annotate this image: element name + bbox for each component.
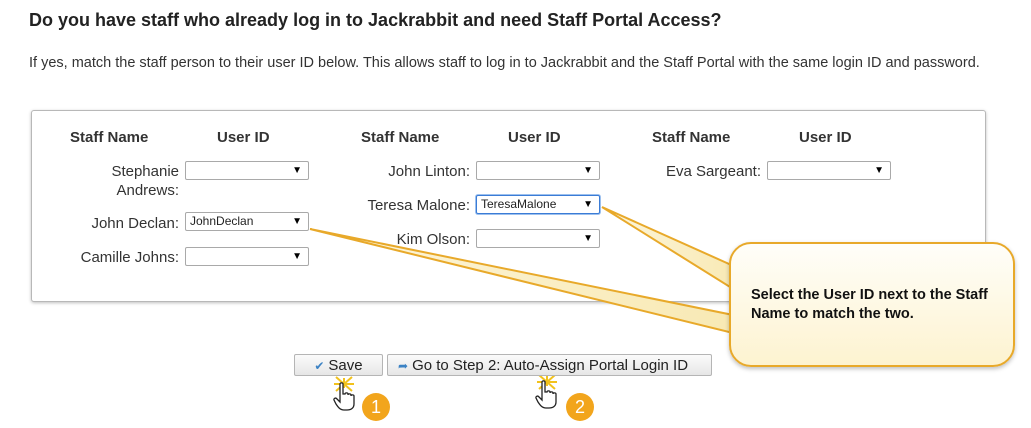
- checkmark-icon: ✔: [314, 359, 325, 373]
- go-to-step-2-button[interactable]: ➦ Go to Step 2: Auto-Assign Portal Login …: [387, 354, 712, 376]
- instruction-callout: Select the User ID next to the Staff Nam…: [729, 242, 1015, 367]
- save-button[interactable]: ✔ Save: [294, 354, 383, 376]
- hand-cursor-icon: [535, 380, 557, 409]
- callout-text: Select the User ID next to the Staff Nam…: [751, 287, 988, 322]
- step-badge-2: 2: [566, 393, 594, 421]
- save-button-label: Save: [328, 357, 363, 374]
- step-badge-1: 1: [362, 393, 390, 421]
- arrow-right-icon: ➦: [398, 359, 409, 373]
- hand-cursor-icon: [333, 382, 355, 411]
- step2-button-label: Go to Step 2: Auto-Assign Portal Login I…: [412, 357, 689, 374]
- callout-pointer-teresa-malone: [601, 206, 739, 294]
